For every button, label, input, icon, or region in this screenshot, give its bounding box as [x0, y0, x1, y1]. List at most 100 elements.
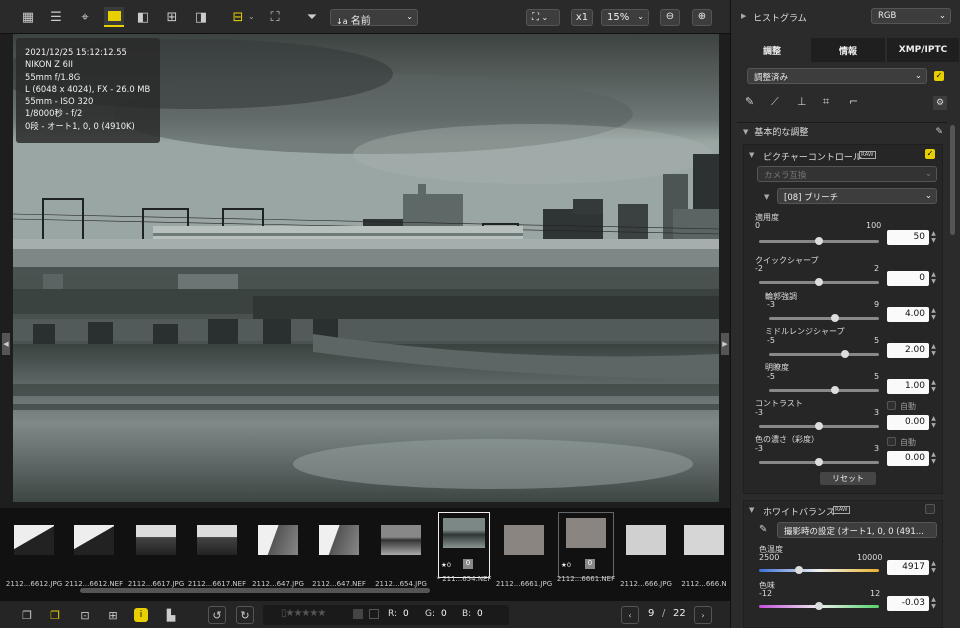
zoom-in-icon[interactable]: ⊕ [692, 9, 712, 26]
grid-overlay-icon[interactable]: ⊞ [104, 606, 122, 624]
midrange-value[interactable]: 2.00 [887, 343, 929, 358]
reset-button[interactable]: リセット [820, 472, 876, 485]
preset-dropdown[interactable]: 調整済み ⌄ [747, 68, 927, 84]
saturation-auto-checkbox[interactable] [887, 437, 896, 446]
filmstrip-thumb[interactable]: 2112...647.JPG [250, 520, 306, 588]
slider-knob[interactable] [815, 422, 823, 430]
settings-gear-icon[interactable]: ⚙ [933, 96, 947, 110]
filmstrip-thumb[interactable]: 2112...666.N [680, 520, 728, 588]
expand-arrow-icon[interactable]: ▶ [741, 12, 746, 20]
wb-setting-dropdown[interactable]: 撮影時の設定 (オート1, 0, 0 (491... [777, 522, 937, 538]
temp-value[interactable]: 4917 [887, 560, 929, 575]
clarity-slider[interactable] [769, 386, 879, 394]
collapse-arrow-icon[interactable]: ▼ [749, 151, 754, 159]
clarity-value[interactable]: 1.00 [887, 379, 929, 394]
stepper-icon[interactable]: ▲ ▼ [930, 596, 937, 611]
outline-value[interactable]: 4.00 [887, 307, 929, 322]
filmstrip-thumb[interactable]: 2112...6612.NEF [65, 520, 123, 588]
protect-icon[interactable] [369, 609, 379, 619]
slider-knob[interactable] [841, 350, 849, 358]
saturation-slider[interactable] [759, 458, 879, 466]
stepper-icon[interactable]: ▲ ▼ [930, 307, 937, 322]
outline-slider[interactable] [769, 314, 879, 322]
histogram-label[interactable]: ヒストグラム [753, 11, 807, 24]
collapse-arrow-icon[interactable]: ▼ [749, 506, 754, 514]
fullscreen-icon[interactable]: ⊡ [76, 606, 94, 624]
prev-page-icon[interactable]: ‹ [621, 606, 639, 624]
next-page-icon[interactable]: › [694, 606, 712, 624]
histogram-icon[interactable]: ▙ [162, 606, 180, 624]
layout-chevron-icon[interactable]: ⌄ [248, 12, 255, 21]
histogram-mode-dropdown[interactable]: RGB ⌄ [871, 8, 951, 24]
slider-knob[interactable] [815, 237, 823, 245]
collapse-arrow-icon[interactable]: ▼ [764, 193, 769, 201]
copy-icon[interactable]: ❐ [46, 606, 64, 624]
multi-view-icon[interactable]: ⊞ [162, 7, 182, 27]
compat-dropdown[interactable]: カメラ互換 ⌄ [757, 166, 937, 182]
filmstrip-thumb[interactable]: ★0 0 2112...6661.NEF [557, 512, 615, 583]
single-view-icon[interactable] [104, 7, 124, 27]
quick-sharp-value[interactable]: 0 [887, 271, 929, 286]
midrange-slider[interactable] [769, 350, 879, 358]
filmstrip-thumb[interactable]: 2112...6661.JPG [496, 520, 552, 588]
zoom-multiplier[interactable]: x1 [571, 9, 593, 26]
info-icon[interactable]: i [134, 608, 148, 622]
grid-view-icon[interactable]: ▦ [18, 7, 38, 27]
white-balance-checkbox[interactable] [925, 504, 935, 514]
fit-screen-icon[interactable]: ⛶ [265, 7, 285, 27]
perspective-icon[interactable]: ⌐ [849, 95, 858, 108]
crop-icon[interactable]: ⌗ [823, 95, 829, 109]
retouch-brush-icon[interactable]: ⟋ [771, 95, 779, 109]
slider-knob[interactable] [831, 386, 839, 394]
stepper-icon[interactable]: ▲ ▼ [930, 343, 937, 358]
contrast-slider[interactable] [759, 422, 879, 430]
stack-icon[interactable]: ❐ [18, 606, 36, 624]
slider-knob[interactable] [815, 602, 823, 610]
stepper-icon[interactable]: ▲ ▼ [930, 415, 937, 430]
rotate-left-icon[interactable]: ↺ [208, 606, 226, 624]
slider-knob[interactable] [815, 278, 823, 286]
zoom-level-dropdown[interactable]: 15% ⌄ [601, 9, 649, 26]
filmstrip-thumb[interactable]: 2112...666.JPG [618, 520, 674, 588]
filmstrip-thumb[interactable]: 2112...6617.NEF [188, 520, 246, 588]
contrast-value[interactable]: 0.00 [887, 415, 929, 430]
stepper-icon[interactable]: ▲ ▼ [930, 230, 937, 245]
slider-knob[interactable] [831, 314, 839, 322]
apply-value[interactable]: 50 [887, 230, 929, 245]
sort-dropdown[interactable]: ↓a 名前 ⌄ [330, 9, 418, 27]
quick-sharp-slider[interactable] [759, 278, 879, 286]
tab-adjust[interactable]: 調整 [735, 38, 809, 62]
label-icon[interactable] [353, 609, 363, 619]
filmstrip-thumb[interactable]: 2112...647.NEF [311, 520, 367, 588]
slider-knob[interactable] [815, 458, 823, 466]
preset-checkbox[interactable]: ✓ [934, 71, 944, 81]
stepper-icon[interactable]: ▲ ▼ [930, 379, 937, 394]
filmstrip-thumb-selected[interactable]: ★0 0 * 211...654.NEF [436, 512, 492, 583]
filter-icon[interactable]: ⏷ [302, 7, 322, 27]
stepper-icon[interactable]: ▲ ▼ [930, 560, 937, 575]
basic-adjust-header[interactable]: ▼ 基本的な調整 ✎ [737, 122, 947, 140]
tab-info[interactable]: 情報 [811, 38, 885, 62]
edit-icon[interactable]: ✎ [935, 127, 943, 137]
tint-slider[interactable] [759, 602, 879, 610]
filmstrip-scrollbar[interactable] [80, 588, 430, 593]
apply-slider[interactable] [759, 237, 879, 245]
compare-view-icon[interactable]: ◧ [133, 7, 153, 27]
rating-stars-icon[interactable]: ▯★★★★★ [281, 608, 326, 619]
rotate-right-icon[interactable]: ↻ [236, 606, 254, 624]
right-panel-toggle-icon[interactable]: ▶ [721, 333, 729, 355]
fit-dropdown[interactable]: ⛶ ⌄ [526, 9, 560, 26]
filmstrip-thumb[interactable]: 2112...654.JPG [373, 520, 429, 588]
tint-value[interactable]: -0.03 [887, 596, 929, 611]
temp-slider[interactable] [759, 566, 879, 574]
filmstrip-thumb[interactable]: 2112...6612.JPG [6, 520, 62, 588]
panel-scrollbar[interactable] [950, 125, 955, 235]
saturation-value[interactable]: 0.00 [887, 451, 929, 466]
wb-eyedropper-icon[interactable]: ✎ [759, 524, 767, 535]
slider-knob[interactable] [795, 566, 803, 574]
straighten-icon[interactable]: ⊥ [797, 95, 807, 108]
map-pin-icon[interactable]: ⌖ [75, 7, 95, 27]
left-panel-toggle-icon[interactable]: ◀ [2, 333, 10, 355]
contrast-auto-checkbox[interactable] [887, 401, 896, 410]
tab-xmp-iptc[interactable]: XMP/IPTC [887, 38, 959, 62]
